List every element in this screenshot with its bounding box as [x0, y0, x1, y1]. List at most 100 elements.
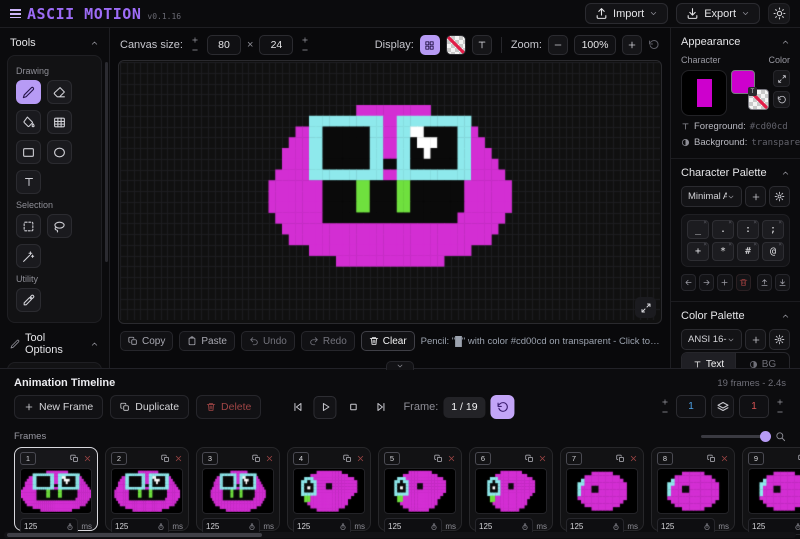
frame-thumbnail[interactable] — [475, 468, 547, 514]
eyedropper-tool-button[interactable] — [16, 288, 41, 312]
zoom-in-button[interactable] — [622, 35, 642, 55]
color-palette-settings-button[interactable] — [769, 329, 790, 350]
frame-card[interactable]: 3 125 ms — [196, 447, 280, 531]
delete-frame-icon[interactable] — [174, 454, 183, 463]
delete-frame-icon[interactable] — [538, 454, 547, 463]
delete-frame-icon[interactable] — [447, 454, 456, 463]
palette-character-button[interactable]: @ × — [762, 242, 784, 261]
tool-options-section-header[interactable]: Tool Options — [0, 323, 109, 362]
canvas-height-stepper[interactable] — [299, 36, 311, 54]
plus-icon[interactable] — [661, 398, 669, 406]
swap-colors-button[interactable] — [773, 70, 790, 87]
toggle-grid-button[interactable] — [420, 35, 440, 55]
duplicate-frame-icon[interactable] — [616, 454, 625, 463]
delete-frame-icon[interactable] — [720, 454, 729, 463]
onion-skin-button[interactable] — [711, 395, 734, 418]
sidebar-scrollbar[interactable] — [105, 62, 108, 262]
duplicate-frame-button[interactable]: Duplicate — [110, 395, 189, 419]
onion-next-stepper[interactable] — [774, 398, 786, 416]
frame-card[interactable]: 8 125 ms — [651, 447, 735, 531]
drawing-canvas[interactable] — [118, 60, 662, 324]
text-tool-button[interactable] — [16, 170, 41, 194]
fill-rect-tool-button[interactable] — [47, 110, 72, 134]
ellipse-tool-button[interactable] — [47, 140, 72, 164]
palette-character-button[interactable]: # × — [737, 242, 759, 261]
palette-character-button[interactable]: _ × — [687, 220, 709, 239]
pencil-tool-button[interactable] — [16, 80, 41, 104]
palette-character-button[interactable]: * × — [712, 242, 734, 261]
frame-card[interactable]: 9 125 ms — [742, 447, 800, 531]
reset-zoom-icon[interactable] — [648, 39, 660, 51]
delete-character-button[interactable] — [736, 274, 751, 291]
duplicate-frame-icon[interactable] — [434, 454, 443, 463]
next-character-button[interactable] — [699, 274, 714, 291]
delete-frame-icon[interactable] — [356, 454, 365, 463]
character-preview[interactable] — [681, 70, 727, 116]
minus-icon[interactable] — [191, 46, 199, 54]
frames-scrollbar[interactable] — [4, 532, 796, 538]
toggle-characters-button[interactable] — [472, 35, 492, 55]
plus-icon[interactable] — [776, 398, 784, 406]
plus-icon[interactable] — [191, 36, 199, 44]
frame-card[interactable]: 5 125 ms — [378, 447, 462, 531]
zoom-value[interactable]: 100% — [574, 35, 616, 55]
frame-size-slider[interactable] — [701, 431, 786, 442]
palette-character-button[interactable]: + × — [687, 242, 709, 261]
minus-icon[interactable] — [301, 46, 309, 54]
delete-frame-icon[interactable] — [265, 454, 274, 463]
character-preset-dropdown[interactable]: Minimal ASC — [681, 186, 742, 207]
lasso-tool-button[interactable] — [47, 214, 72, 238]
play-button[interactable] — [313, 396, 336, 419]
first-frame-button[interactable] — [285, 396, 308, 419]
character-palette-header[interactable]: Character Palette — [681, 167, 790, 179]
canvas-height-input[interactable]: 24 — [259, 35, 293, 55]
timeline-collapse-tab[interactable] — [386, 361, 414, 370]
onion-prev-stepper[interactable] — [659, 398, 671, 416]
prev-character-button[interactable] — [681, 274, 696, 291]
paste-button[interactable]: Paste — [179, 331, 235, 351]
frames-scrollbar-thumb[interactable] — [7, 533, 262, 537]
toggle-transparency-button[interactable] — [446, 35, 466, 55]
delete-frame-icon[interactable] — [83, 454, 92, 463]
new-frame-button[interactable]: New Frame — [14, 395, 103, 419]
frame-card[interactable]: 6 125 ms — [469, 447, 553, 531]
slider-thumb[interactable] — [760, 431, 771, 442]
zoom-out-button[interactable] — [548, 35, 568, 55]
palette-character-button[interactable]: ; × — [762, 220, 784, 239]
frame-thumbnail[interactable] — [202, 468, 274, 514]
duplicate-frame-icon[interactable] — [707, 454, 716, 463]
magic-wand-tool-button[interactable] — [16, 244, 41, 268]
duplicate-frame-icon[interactable] — [70, 454, 79, 463]
slider-track[interactable] — [701, 435, 769, 438]
add-character-palette-button[interactable] — [745, 186, 766, 207]
delete-frame-icon[interactable] — [629, 454, 638, 463]
minus-icon[interactable] — [776, 408, 784, 416]
plus-icon[interactable] — [301, 36, 309, 44]
minus-icon[interactable] — [661, 408, 669, 416]
frame-thumbnail[interactable] — [566, 468, 638, 514]
import-button[interactable]: Import — [585, 3, 668, 24]
eraser-tool-button[interactable] — [47, 80, 72, 104]
bg-mode-tab[interactable]: BG — [736, 353, 789, 368]
export-button[interactable]: Export — [676, 3, 760, 24]
frame-thumbnail[interactable] — [111, 468, 183, 514]
rectangle-tool-button[interactable] — [16, 140, 41, 164]
stop-button[interactable] — [341, 396, 364, 419]
frame-thumbnail[interactable] — [20, 468, 92, 514]
onion-next-input[interactable]: 1 — [739, 395, 769, 418]
frame-card[interactable]: 1 125 ms — [14, 447, 98, 531]
last-frame-button[interactable] — [369, 396, 392, 419]
canvas-width-stepper[interactable] — [189, 36, 201, 54]
frame-thumbnail[interactable] — [293, 468, 365, 514]
duplicate-frame-icon[interactable] — [161, 454, 170, 463]
canvas-width-input[interactable]: 80 — [207, 35, 241, 55]
import-palette-button[interactable] — [775, 274, 790, 291]
duplicate-frame-icon[interactable] — [525, 454, 534, 463]
character-palette-settings-button[interactable] — [769, 186, 790, 207]
frame-thumbnail[interactable] — [657, 468, 729, 514]
onion-prev-input[interactable]: 1 — [676, 395, 706, 418]
fill-tool-button[interactable] — [16, 110, 41, 134]
text-mode-tab[interactable]: Text — [682, 353, 736, 368]
frame-card[interactable]: 7 125 ms — [560, 447, 644, 531]
export-palette-button[interactable] — [757, 274, 772, 291]
